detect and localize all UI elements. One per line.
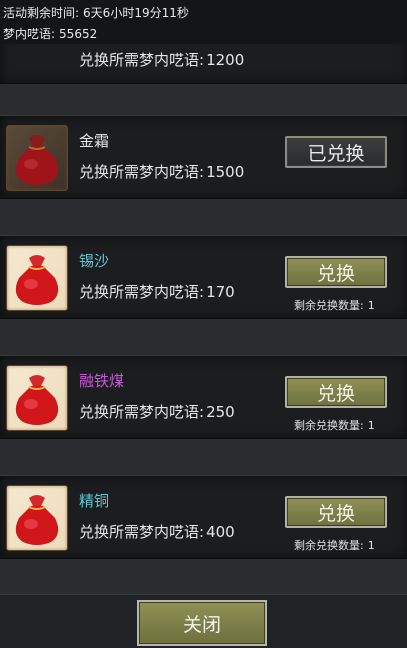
red-pouch-icon [15,495,59,545]
remaining-value: 1 [367,539,375,552]
exchange-row: 精铜 兑换所需梦内呓语: 400 兑换 剩余兑换数量: 1 [0,475,407,559]
remaining-time-value: 6天6小时19分11秒 [83,6,189,20]
exchange-button[interactable]: 兑换 [285,256,387,288]
item-thumbnail [6,125,68,191]
exchange-button[interactable]: 兑换 [285,376,387,408]
currency-value: 55652 [59,27,98,41]
red-pouch-icon [15,255,59,305]
activity-info-bar: 活动剩余时间: 6天6小时19分11秒 梦内呓语: 55652 [0,0,407,44]
item-thumbnail [6,245,68,311]
item-name: 精铜 [79,492,110,510]
cost-text: 兑换所需梦内呓语: 1500 [79,161,244,182]
exchanged-button[interactable]: 已兑换 [285,136,387,168]
cost-value: 170 [206,283,235,301]
cost-text: 兑换所需梦内呓语: 400 [79,521,235,542]
cost-value: 250 [206,403,235,421]
cost-text: 兑换所需梦内呓语: 1200 [79,49,244,70]
remaining-count: 剩余兑换数量: 1 [294,537,375,553]
item-name: 融铁煤 [79,372,125,390]
currency-label: 梦内呓语: [3,27,56,41]
cost-label: 兑换所需梦内呓语: [79,51,205,69]
red-pouch-icon [15,135,59,185]
remaining-label: 剩余兑换数量: [294,539,364,552]
remaining-count: 剩余兑换数量: 1 [294,417,375,433]
exchange-row: 锡沙 兑换所需梦内呓语: 170 兑换 剩余兑换数量: 1 [0,235,407,319]
cost-label: 兑换所需梦内呓语: [79,283,205,301]
remaining-value: 1 [367,299,375,312]
currency-balance: 梦内呓语: 55652 [3,25,97,42]
cost-value: 1500 [206,163,245,181]
exchange-button[interactable]: 兑换 [285,496,387,528]
cost-value: 400 [206,523,235,541]
red-pouch-icon [15,375,59,425]
close-button[interactable]: 关闭 [137,600,267,646]
remaining-count: 剩余兑换数量: 1 [294,297,375,313]
cost-label: 兑换所需梦内呓语: [79,163,205,181]
item-thumbnail [6,485,68,551]
item-name: 锡沙 [79,252,110,270]
cost-text: 兑换所需梦内呓语: 170 [79,281,235,302]
remaining-label: 剩余兑换数量: [294,299,364,312]
exchange-row: 金霜 兑换所需梦内呓语: 1500 已兑换 [0,115,407,199]
exchange-row: 融铁煤 兑换所需梦内呓语: 250 兑换 剩余兑换数量: 1 [0,355,407,439]
item-name: 金霜 [79,132,110,150]
cost-text: 兑换所需梦内呓语: 250 [79,401,235,422]
cost-label: 兑换所需梦内呓语: [79,523,205,541]
item-thumbnail [6,365,68,431]
cost-label: 兑换所需梦内呓语: [79,403,205,421]
remaining-time-label: 活动剩余时间: [3,6,80,20]
remaining-label: 剩余兑换数量: [294,419,364,432]
cost-value: 1200 [206,51,245,69]
remaining-value: 1 [367,419,375,432]
remaining-time: 活动剩余时间: 6天6小时19分11秒 [3,4,189,21]
